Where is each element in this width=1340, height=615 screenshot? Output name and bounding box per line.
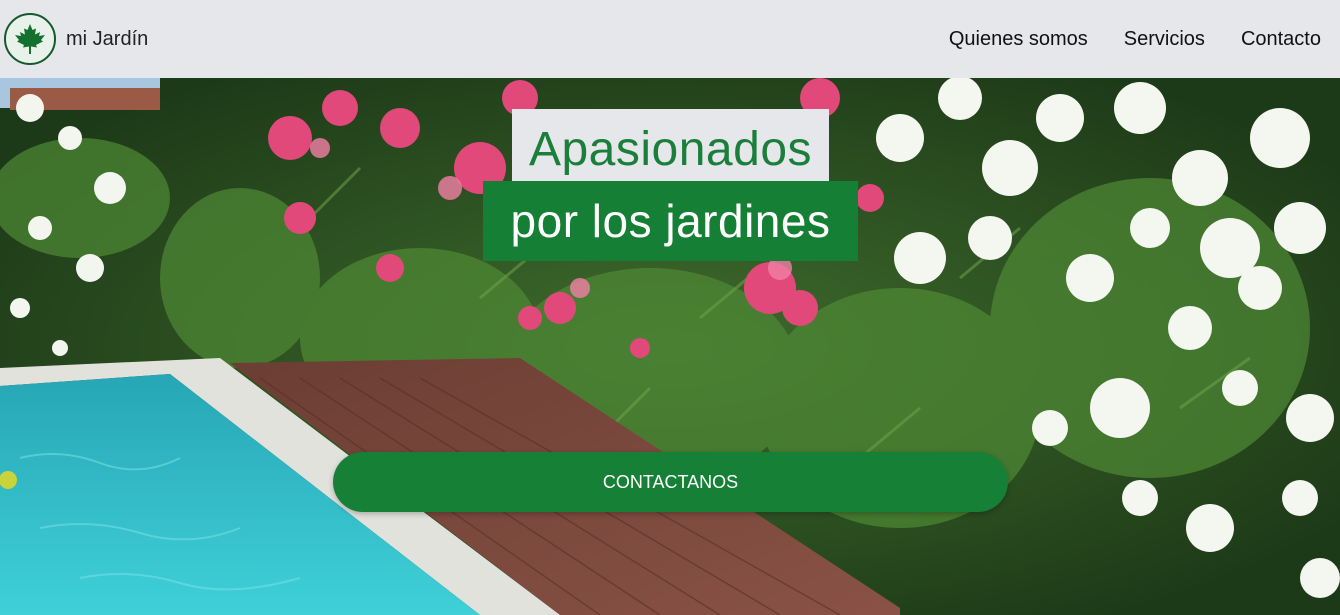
nav-link-servicios[interactable]: Servicios	[1124, 28, 1205, 51]
hero-headline-line1: Apasionados	[512, 109, 829, 189]
nav-links: Quienes somos Servicios Contacto	[932, 0, 1340, 78]
hero-headline-line2: por los jardines	[483, 181, 858, 261]
contactanos-button[interactable]: CONTACTANOS	[333, 452, 1008, 512]
hero-section: Apasionados por los jardines CONTACTANOS	[0, 78, 1340, 615]
navbar: mi Jardín Quienes somos Servicios Contac…	[0, 0, 1340, 78]
brand-name[interactable]: mi Jardín	[66, 28, 148, 51]
nav-link-contacto[interactable]: Contacto	[1241, 28, 1321, 51]
brand[interactable]: mi Jardín	[4, 13, 148, 65]
nav-link-quienes-somos[interactable]: Quienes somos	[949, 28, 1088, 51]
maple-leaf-icon[interactable]	[4, 13, 56, 65]
